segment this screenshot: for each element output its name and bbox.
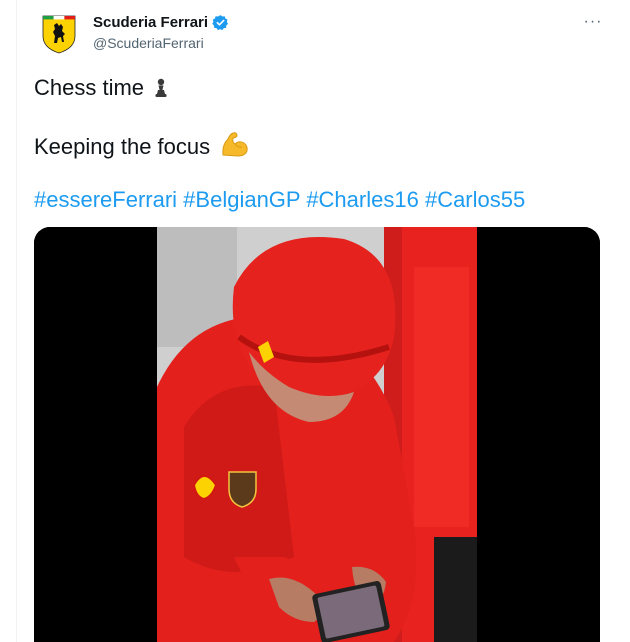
display-name[interactable]: Scuderia Ferrari	[93, 14, 208, 31]
hashtag-essereferrari[interactable]: #essereFerrari	[34, 187, 177, 212]
ferrari-avatar[interactable]	[41, 14, 77, 54]
chess-pawn-icon	[155, 78, 167, 97]
tweet-video[interactable]	[34, 227, 600, 642]
flexed-biceps-icon	[222, 132, 248, 157]
more-icon: ···	[583, 13, 603, 30]
account-name-row[interactable]: Scuderia Ferrari	[93, 14, 229, 31]
more-options-button[interactable]: ···	[581, 12, 605, 32]
hashtag-list: #essereFerrari #BelgianGP #Charles16 #Ca…	[34, 186, 525, 214]
video-thumbnail-icon	[34, 227, 600, 642]
verified-badge-icon	[212, 15, 229, 31]
tweet-text-focus: Keeping the focus	[34, 134, 211, 159]
tweet-text-line-1: Chess time	[34, 74, 168, 102]
video-frame	[157, 227, 477, 642]
tweet-text-chess: Chess time	[34, 75, 145, 100]
account-handle[interactable]: @ScuderiaFerrari	[93, 35, 204, 51]
hashtag-charles16[interactable]: #Charles16	[306, 187, 419, 212]
hashtag-belgiangp[interactable]: #BelgianGP	[183, 187, 300, 212]
ferrari-shield-icon	[42, 15, 76, 54]
tweet-text-line-2: Keeping the focus	[34, 130, 250, 161]
hashtag-carlos55[interactable]: #Carlos55	[425, 187, 525, 212]
